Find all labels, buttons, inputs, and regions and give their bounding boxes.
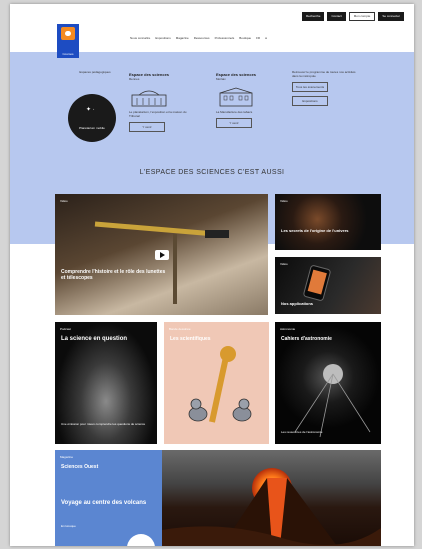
planetarium-badge[interactable]: ✦ · Planétarium mobile bbox=[68, 94, 116, 142]
cartoon-illustration bbox=[188, 346, 252, 423]
utility-login-button[interactable]: Se connecter bbox=[378, 12, 404, 21]
card-tag: Podcast bbox=[60, 327, 71, 331]
nav-item[interactable]: Magazine bbox=[176, 36, 189, 40]
nav-item[interactable]: Nous connaître bbox=[130, 36, 150, 40]
card-title: Comprendre l'histoire et le rôle des lun… bbox=[61, 269, 166, 281]
nav-item-language[interactable]: FR bbox=[256, 36, 260, 40]
browser-page: Cosmos Recherche Contact Mon compte Se c… bbox=[10, 4, 414, 546]
utility-search-button[interactable]: Recherche bbox=[301, 12, 325, 21]
venue-rennes-button[interactable]: Y venir bbox=[129, 122, 165, 132]
card-telescope[interactable]: Vidéo Comprendre l'histoire et le rôle d… bbox=[55, 194, 268, 315]
card-tag: Vidéo bbox=[280, 262, 288, 266]
card-tag: Vidéo bbox=[60, 199, 68, 203]
card-tag: Astronomie bbox=[280, 327, 296, 331]
card-title: Cahiers d'astronomie bbox=[281, 336, 332, 342]
exhibitions-button[interactable]: Expositions bbox=[292, 96, 328, 106]
card-subtitle: Les ressources de l'astronomie bbox=[281, 430, 323, 434]
card-volcano-image[interactable] bbox=[162, 450, 381, 546]
card-headline: Voyage au centre des volcans bbox=[61, 500, 147, 506]
intro-col-a-title: Espaces pédagogiques bbox=[79, 70, 111, 74]
nav-item[interactable]: Expositions bbox=[155, 36, 170, 40]
read-badge[interactable]: Lire bbox=[127, 534, 155, 546]
nav-item[interactable]: Professionnels bbox=[215, 36, 235, 40]
card-science-question[interactable]: Podcast La science en question Une émiss… bbox=[55, 322, 157, 444]
events-button[interactable]: Tous les événements bbox=[292, 82, 328, 92]
section-title: L'ESPACE DES SCIENCES C'EST AUSSI bbox=[139, 169, 285, 176]
utility-bar: Recherche Contact Mon compte Se connecte… bbox=[301, 12, 404, 21]
main-nav: Nous connaître Expositions Magazine Ress… bbox=[130, 36, 267, 40]
volcano-illustration bbox=[162, 478, 381, 546]
logo-label: Cosmos bbox=[62, 52, 74, 56]
intro-col-d: Retrouvez le programme de toutes nos act… bbox=[292, 70, 358, 106]
nav-item[interactable]: Boutique bbox=[239, 36, 251, 40]
utility-account-button[interactable]: Mon compte bbox=[348, 12, 376, 21]
venue-place: Morlaix bbox=[216, 77, 226, 81]
play-icon[interactable] bbox=[155, 250, 169, 260]
card-universe[interactable]: Vidéo Les secrets de l'origine de l'univ… bbox=[275, 194, 381, 250]
card-title: Les secrets de l'origine de l'univers bbox=[281, 228, 349, 233]
card-astronomy[interactable]: Astronomie Cahiers d'astronomie Les ress… bbox=[275, 322, 381, 444]
utility-contact-button[interactable]: Contact bbox=[327, 12, 346, 21]
site-logo[interactable]: Cosmos bbox=[57, 24, 79, 58]
planetarium-badge-caption: Planétarium mobile bbox=[79, 126, 105, 130]
card-title: Nos applications bbox=[281, 301, 314, 306]
card-subtitle: En kiosque bbox=[61, 524, 76, 528]
venue-morlaix-button[interactable]: Y venir bbox=[216, 118, 252, 128]
card-sciences-ouest[interactable]: Magazine Sciences Ouest Voyage au centre… bbox=[55, 450, 162, 546]
card-comic[interactable]: Bande dessinée Les scientifiques bbox=[164, 322, 269, 444]
logo-mark-icon bbox=[61, 27, 75, 40]
venue-desc: La Manufacture des tabacs bbox=[216, 110, 253, 114]
intro-col-c: Espace des sciences Morlaix La Manufactu… bbox=[216, 72, 276, 128]
nav-lock-icon[interactable]: ● bbox=[265, 36, 267, 40]
building-rennes-icon bbox=[129, 87, 189, 107]
intro-col-b: Espace des sciences Rennes Le planétariu… bbox=[129, 72, 189, 132]
building-morlaix-icon bbox=[216, 87, 276, 107]
venue-desc: Le planétarium, l'exposition et la maiso… bbox=[129, 110, 187, 118]
card-tag: Magazine bbox=[60, 455, 74, 459]
card-subtitle: Une émission pour mieux comprendre les q… bbox=[61, 422, 146, 426]
card-tag: Vidéo bbox=[280, 199, 288, 203]
venue-place: Rennes bbox=[129, 77, 140, 81]
card-title: La science en question bbox=[61, 336, 128, 342]
intro-col-a: Espaces pédagogiques bbox=[70, 70, 120, 74]
nav-item[interactable]: Ressources bbox=[194, 36, 210, 40]
constellation-icon: ✦ · bbox=[86, 107, 95, 113]
card-title: Sciences Ouest bbox=[61, 464, 99, 470]
agenda-desc: Retrouvez le programme de toutes nos act… bbox=[292, 70, 356, 78]
card-apps[interactable]: Vidéo Nos applications bbox=[275, 257, 381, 314]
